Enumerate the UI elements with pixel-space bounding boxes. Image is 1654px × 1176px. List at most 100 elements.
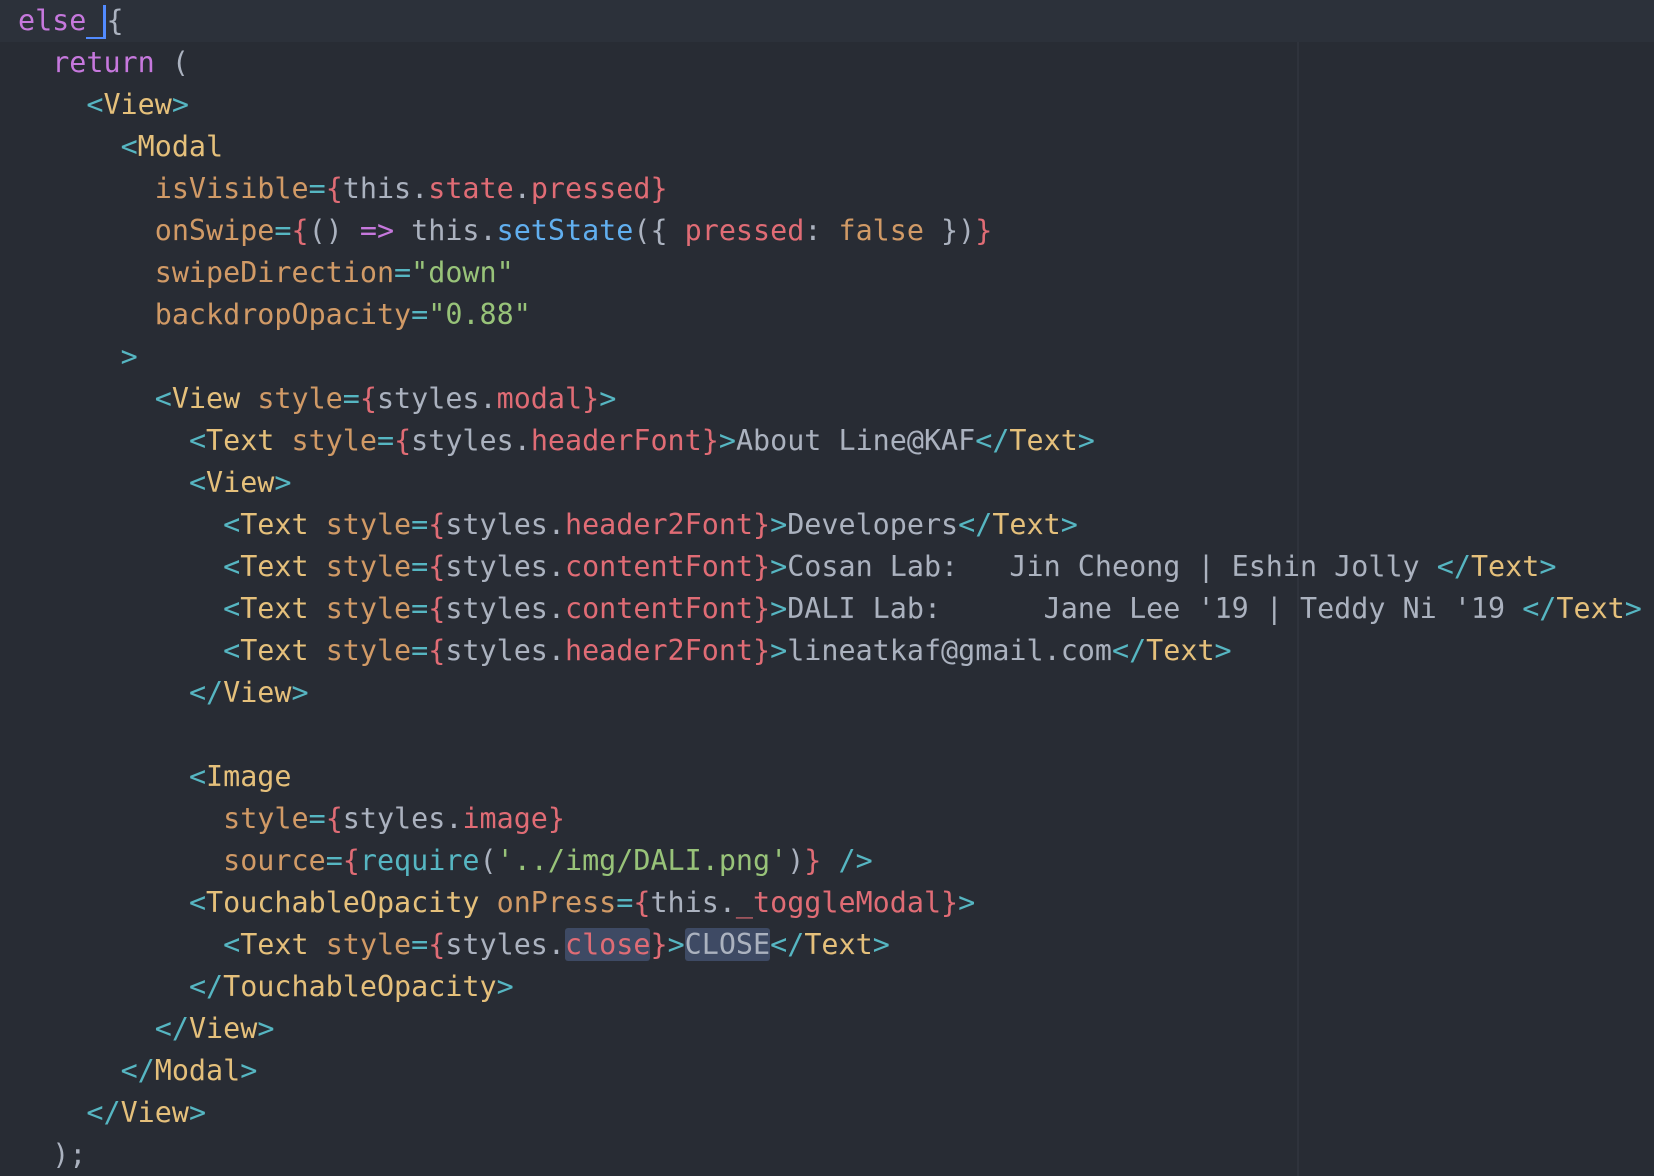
code-line[interactable]: > — [0, 336, 1654, 378]
code-line[interactable]: <TouchableOpacity onPress={this._toggleM… — [0, 882, 1654, 924]
code-line[interactable]: backdropOpacity="0.88" — [0, 294, 1654, 336]
code-token-bracket: </ — [120, 1054, 155, 1087]
code-token-tag: Text — [1009, 424, 1078, 457]
code-line[interactable]: <View style={styles.modal}> — [0, 378, 1654, 420]
code-token-attr: isVisible — [154, 172, 309, 205]
code-token-text: About Line@KAF — [735, 424, 976, 457]
code-token-brace: { — [325, 802, 343, 835]
code-token-bracket: > — [1060, 508, 1078, 541]
code-token-tag: View — [120, 1096, 189, 1129]
code-line[interactable]: </Modal> — [0, 1050, 1654, 1092]
code-token-brace: } — [804, 844, 822, 877]
code-token-bool: false — [838, 214, 924, 247]
code-line[interactable]: return ( — [0, 42, 1654, 84]
code-editor[interactable]: else { return ( <View> <Modal isVisible=… — [0, 0, 1654, 1176]
code-token-punct: . — [547, 508, 565, 541]
code-token-operator: => — [359, 214, 395, 247]
code-line[interactable]: source={require('../img/DALI.png')} /> — [0, 840, 1654, 882]
code-token-attr: style — [223, 802, 309, 835]
code-token-tag: TouchableOpacity — [223, 970, 497, 1003]
code-token-keyword: return — [52, 46, 155, 79]
code-token-punct: : — [804, 214, 839, 247]
code-token-bracket: < — [188, 424, 207, 457]
code-token-attr: style — [291, 424, 377, 457]
code-line[interactable]: <View> — [0, 84, 1654, 126]
code-token-bracket: > — [1624, 592, 1642, 625]
code-token-bracket: > — [770, 550, 788, 583]
code-token-this: this — [411, 214, 480, 247]
code-token-bracket: = — [308, 802, 326, 835]
code-token-bracket: > — [958, 886, 976, 919]
code-token-brace: { — [394, 424, 412, 457]
code-token-bracket: > — [291, 676, 309, 709]
code-token-default: styles — [445, 550, 548, 583]
code-token-this: this — [650, 886, 719, 919]
code-token-attr: backdropOpacity — [154, 298, 412, 331]
code-token-bracket: </ — [958, 508, 993, 541]
code-token-prop: contentFont — [565, 592, 754, 625]
code-line[interactable]: swipeDirection="down" — [0, 252, 1654, 294]
code-token-punct: . — [445, 802, 463, 835]
code-line[interactable]: <Text style={styles.contentFont}>Cosan L… — [0, 546, 1654, 588]
code-line[interactable]: <Modal — [0, 126, 1654, 168]
code-token-brace: } — [547, 802, 565, 835]
code-line[interactable]: <Text style={styles.headerFont}>About Li… — [0, 420, 1654, 462]
code-token-attr: style — [325, 592, 412, 625]
code-line[interactable]: <Image — [0, 756, 1654, 798]
code-token-brace: } — [975, 214, 993, 247]
code-token-bracket: > — [1214, 634, 1232, 667]
code-token-bracket: </ — [1522, 592, 1557, 625]
code-token-default: styles — [342, 802, 446, 835]
code-token-string: "down" — [411, 256, 514, 289]
code-token-bracket: </ — [86, 1096, 121, 1129]
code-token-punct: ({ — [633, 214, 685, 247]
code-line[interactable]: </View> — [0, 672, 1654, 714]
code-token-bracket: = — [411, 550, 429, 583]
code-token-punct: . — [547, 550, 565, 583]
code-line[interactable]: <Text style={styles.header2Font}>lineatk… — [0, 630, 1654, 672]
code-line[interactable] — [0, 714, 1654, 756]
code-line[interactable]: </View> — [0, 1092, 1654, 1134]
code-token-bracket: < — [188, 466, 207, 499]
code-token-prop: header2Font — [565, 634, 754, 667]
code-line[interactable]: <Text style={styles.header2Font}>Develop… — [0, 504, 1654, 546]
code-token-attr: onPress — [496, 886, 617, 919]
code-token-tag: View — [223, 676, 292, 709]
code-line[interactable]: </TouchableOpacity> — [0, 966, 1654, 1008]
code-token-punct: ( — [479, 844, 497, 877]
code-line[interactable]: else { — [0, 0, 1654, 42]
code-lines[interactable]: else { return ( <View> <Modal isVisible=… — [0, 0, 1654, 1176]
code-token-prop: contentFont — [565, 550, 754, 583]
code-token-brace: { — [428, 592, 446, 625]
code-token-tag: Text — [1146, 634, 1215, 667]
code-token-bracket: </ — [188, 676, 224, 709]
code-line[interactable]: ); — [0, 1134, 1654, 1176]
code-token-attr: style — [325, 928, 412, 961]
code-token-text: DALI Lab: Jane Lee '19 | Teddy Ni '19 — [787, 592, 1523, 625]
code-token-bracket: = — [411, 508, 429, 541]
code-token-attr: style — [325, 550, 412, 583]
code-line[interactable]: style={styles.image} — [0, 798, 1654, 840]
code-token-default: styles — [376, 382, 480, 415]
code-token-prop: state — [428, 172, 514, 205]
code-token-punct: ); — [52, 1138, 87, 1171]
code-token-punct: . — [718, 886, 736, 919]
code-line[interactable]: <Text style={styles.contentFont}>DALI La… — [0, 588, 1654, 630]
code-token-default: styles — [445, 928, 548, 961]
code-token-default — [86, 4, 104, 39]
code-line[interactable]: isVisible={this.state.pressed} — [0, 168, 1654, 210]
code-token-bracket: > — [274, 466, 292, 499]
code-token-default — [394, 214, 411, 247]
code-line[interactable]: <View> — [0, 462, 1654, 504]
code-token-bracket: > — [770, 592, 788, 625]
code-line[interactable]: onSwipe={() => this.setState({ pressed: … — [0, 210, 1654, 252]
code-line[interactable]: <Text style={styles.close}>CLOSE</Text> — [0, 924, 1654, 966]
code-line[interactable]: </View> — [0, 1008, 1654, 1050]
code-token-bracket: < — [188, 760, 207, 793]
